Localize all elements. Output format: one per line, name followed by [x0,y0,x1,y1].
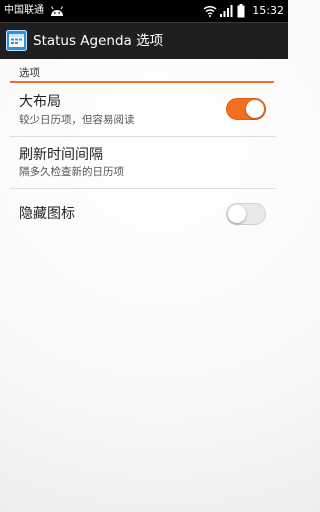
pref-hide-icon[interactable]: 隐藏图标 [10,189,276,240]
page-title: Status Agenda 选项 [33,33,164,49]
android-notification-icon [51,6,63,16]
pref-summary: 较少日历项，但容易阅读 [19,114,135,126]
status-bar: 中国联通 15:32 [0,0,288,22]
hide-icon-toggle[interactable] [226,203,266,225]
battery-icon [237,4,245,18]
calendar-app-icon[interactable] [6,30,27,51]
pref-title: 刷新时间间隔 [19,147,103,163]
toggle-knob [228,205,246,223]
carrier-name: 中国联通 [4,5,44,16]
large-layout-toggle[interactable] [226,98,266,120]
signal-icon [220,5,233,17]
pref-title: 大布局 [19,94,61,110]
pref-title: 隐藏图标 [19,206,75,222]
clock: 15:32 [252,4,284,17]
section-header: 选项 [19,67,40,79]
pref-refresh-interval[interactable]: 刷新时间间隔 隔多久检查新的日历项 [10,137,276,188]
toggle-knob [246,100,264,118]
section-divider [10,81,274,83]
action-bar: Status Agenda 选项 [0,22,288,59]
pref-summary: 隔多久检查新的日历项 [19,166,124,178]
wifi-icon [203,5,217,17]
pref-large-layout[interactable]: 大布局 较少日历项，但容易阅读 [10,84,276,136]
